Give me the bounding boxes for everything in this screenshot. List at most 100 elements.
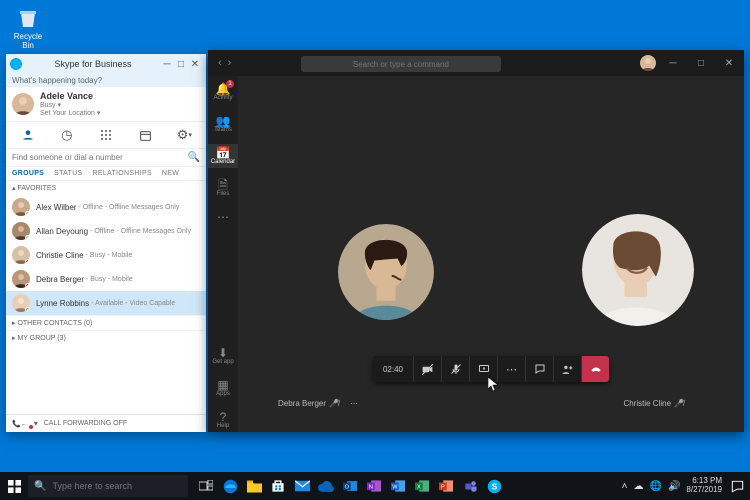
filter-relationships[interactable]: RELATIONSHIPS [93, 170, 152, 177]
teams-titlebar[interactable]: ‹ › ─ □ ✕ [208, 50, 744, 76]
rail-activity-label: Activity [213, 95, 232, 101]
participant-more-button[interactable]: ⋯ [350, 399, 359, 408]
tray-onedrive-icon[interactable]: ☁ [634, 481, 644, 492]
task-view-button[interactable] [194, 472, 218, 500]
contacts-tab-icon[interactable] [19, 126, 37, 144]
rail-more[interactable]: ⋯ [208, 208, 238, 226]
more-actions-button[interactable]: ⋯ [497, 356, 525, 382]
settings-gear-icon[interactable]: ⚙▾ [175, 126, 193, 144]
svg-text:P: P [441, 484, 445, 490]
skype-titlebar[interactable]: Skype for Business ─ □ ✕ [6, 54, 206, 74]
word-icon[interactable]: W [386, 472, 410, 500]
hangup-button[interactable] [581, 356, 609, 382]
teams-self-avatar[interactable] [640, 55, 656, 71]
history-tab-icon[interactable]: ◷ [58, 126, 76, 144]
excel-icon[interactable]: X [410, 472, 434, 500]
profile-status[interactable]: Busy ▾ [40, 101, 100, 109]
contact-avatar [12, 222, 30, 240]
minimize-button[interactable]: ─ [160, 59, 174, 70]
taskbar-search-input[interactable] [52, 481, 182, 491]
meetings-tab-icon[interactable] [136, 126, 154, 144]
store-icon[interactable] [266, 472, 290, 500]
edge-icon[interactable] [218, 472, 242, 500]
skype-search-input[interactable] [12, 151, 188, 164]
maximize-button[interactable]: □ [174, 59, 188, 70]
svg-text:X: X [417, 484, 421, 490]
taskbar-search[interactable]: 🔍 [28, 475, 188, 497]
rail-teams[interactable]: 👥 Teams [208, 112, 238, 136]
contact-row[interactable]: Christie Cline - Busy - Mobile [6, 243, 206, 267]
mic-button[interactable] [441, 356, 469, 382]
start-button[interactable] [0, 472, 28, 500]
contact-row[interactable]: Lynne Robbins - Available - Video Capabl… [6, 291, 206, 315]
teams-icon[interactable] [458, 472, 482, 500]
contact-name: Christie Cline [36, 251, 84, 260]
maximize-button[interactable]: □ [690, 58, 712, 69]
recycle-bin-icon [16, 6, 40, 30]
teams-icon: 👥 [216, 115, 231, 127]
profile-location[interactable]: Set Your Location ▾ [40, 109, 100, 117]
close-button[interactable]: ✕ [718, 58, 740, 69]
rail-getapp[interactable]: ⬇ Get app [208, 344, 238, 368]
rail-apps-label: Apps [216, 391, 230, 397]
contact-avatar [12, 270, 30, 288]
participant-name-1: Debra Berger [278, 399, 326, 408]
forward-button[interactable]: › [228, 57, 232, 69]
rail-files[interactable]: 🗎 Files [208, 176, 238, 200]
mail-icon[interactable] [290, 472, 314, 500]
filter-status[interactable]: STATUS [54, 170, 82, 177]
skype-search-row: 🔍 [6, 149, 206, 167]
profile-row[interactable]: Adele Vance Busy ▾ Set Your Location ▾ [6, 87, 206, 122]
skype-logo-icon [10, 58, 22, 70]
filter-new[interactable]: NEW [162, 170, 179, 177]
minimize-button[interactable]: ─ [662, 58, 684, 69]
tray-network-icon[interactable]: 🌐 [650, 481, 662, 492]
rail-help[interactable]: ? Help [208, 408, 238, 432]
onedrive-icon[interactable] [314, 472, 338, 500]
call-forwarding-label: CALL FORWARDING OFF [44, 420, 127, 427]
teams-search-input[interactable] [301, 56, 501, 72]
rail-activity[interactable]: 🔔 1 Activity [208, 80, 238, 104]
onenote-icon[interactable]: N [362, 472, 386, 500]
recycle-bin[interactable]: Recycle Bin [8, 6, 48, 50]
contact-avatar [12, 294, 30, 312]
teams-nav-arrows: ‹ › [212, 57, 231, 69]
chat-button[interactable] [525, 356, 553, 382]
contact-row[interactable]: Allan Deyoung - Offline - Offline Messag… [6, 219, 206, 243]
group-my-group[interactable]: ▸ MY GROUP (3) [6, 330, 206, 345]
rail-apps[interactable]: ▦ Apps [208, 376, 238, 400]
action-center-button[interactable] [728, 477, 746, 495]
contact-row[interactable]: Alex Wilber - Offline - Offline Messages… [6, 195, 206, 219]
back-button[interactable]: ‹ [218, 57, 222, 69]
recycle-bin-label: Recycle Bin [8, 32, 48, 50]
self-avatar[interactable] [12, 93, 34, 115]
powerpoint-icon[interactable]: P [434, 472, 458, 500]
participant-label-2: Christie Cline 🎤̸ [623, 399, 684, 408]
search-icon[interactable]: 🔍 [188, 152, 200, 163]
participants-button[interactable] [553, 356, 581, 382]
call-forwarding-dropdown[interactable]: ▾ [34, 419, 38, 428]
presence-offline-icon [25, 211, 30, 216]
skype-icon[interactable]: S [482, 472, 506, 500]
svg-text:O: O [345, 484, 350, 490]
outlook-icon[interactable]: O [338, 472, 362, 500]
participant-name-2: Christie Cline [623, 399, 671, 408]
taskbar-clock[interactable]: 6:13 PM 8/27/2019 [686, 477, 722, 495]
call-forwarding-icon[interactable]: 📞← [12, 420, 28, 428]
dialpad-tab-icon[interactable] [97, 126, 115, 144]
contact-row[interactable]: Debra Berger - Busy - Mobile [6, 267, 206, 291]
whats-happening-input[interactable]: What's happening today? [6, 74, 206, 87]
camera-button[interactable] [413, 356, 441, 382]
rail-calendar[interactable]: 📅 Calendar [208, 144, 238, 168]
contact-avatar [12, 246, 30, 264]
filter-groups[interactable]: GROUPS [12, 170, 44, 177]
tray-chevron-up-icon[interactable]: ˄ [622, 481, 628, 492]
participant-video-2[interactable] [582, 214, 694, 326]
close-button[interactable]: ✕ [188, 59, 202, 70]
favorites-header[interactable]: ▴ FAVORITES [6, 181, 206, 195]
tray-volume-icon[interactable]: 🔊 [668, 481, 680, 492]
more-icon: ⋯ [217, 211, 229, 223]
participant-video-1[interactable] [338, 224, 434, 320]
file-explorer-icon[interactable] [242, 472, 266, 500]
group-other-contacts[interactable]: ▸ OTHER CONTACTS (0) [6, 315, 206, 330]
